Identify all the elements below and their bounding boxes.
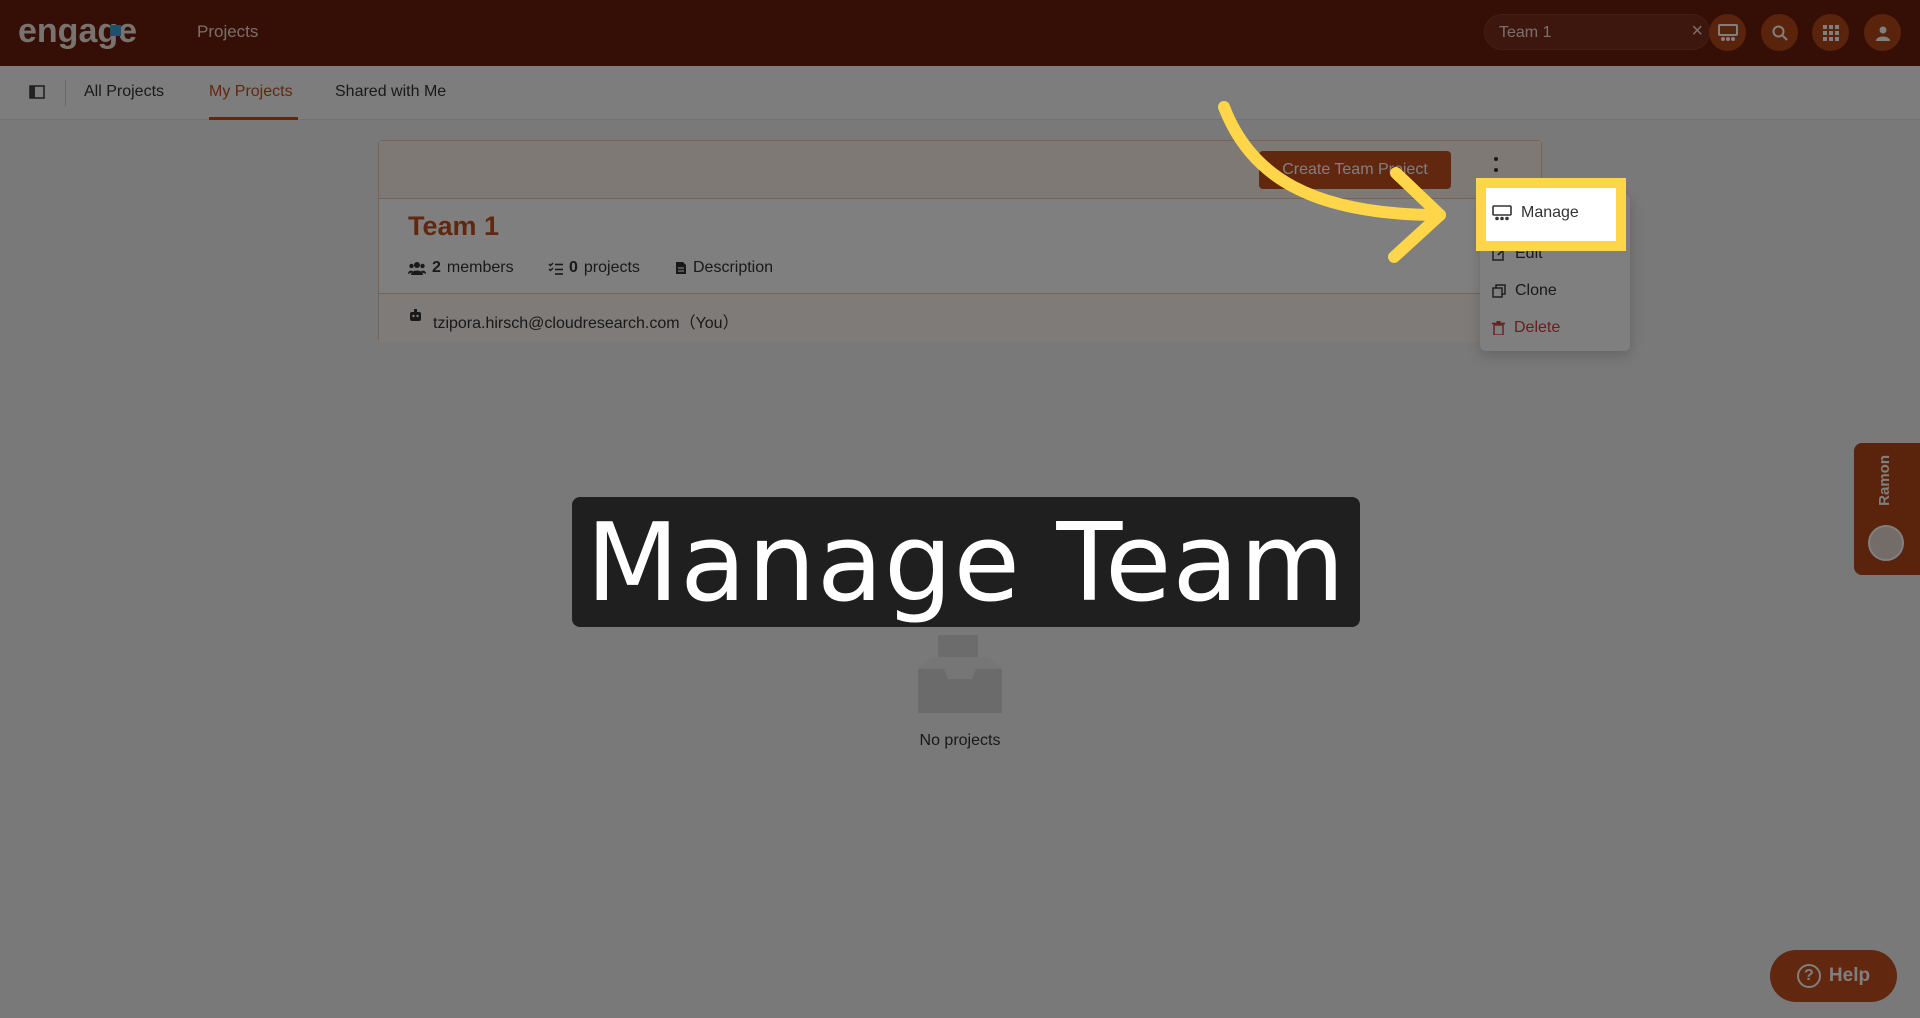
tutorial-caption: Manage Team — [572, 497, 1360, 627]
pointer-arrow-annotation — [1218, 101, 1446, 263]
team-board-icon — [1492, 205, 1512, 221]
caption-text: Manage Team — [586, 501, 1346, 626]
menu-item-manage[interactable]: Manage — [1492, 204, 1579, 222]
menu-item-manage-label: Manage — [1521, 204, 1579, 221]
manage-highlight: Manage — [1476, 178, 1626, 251]
